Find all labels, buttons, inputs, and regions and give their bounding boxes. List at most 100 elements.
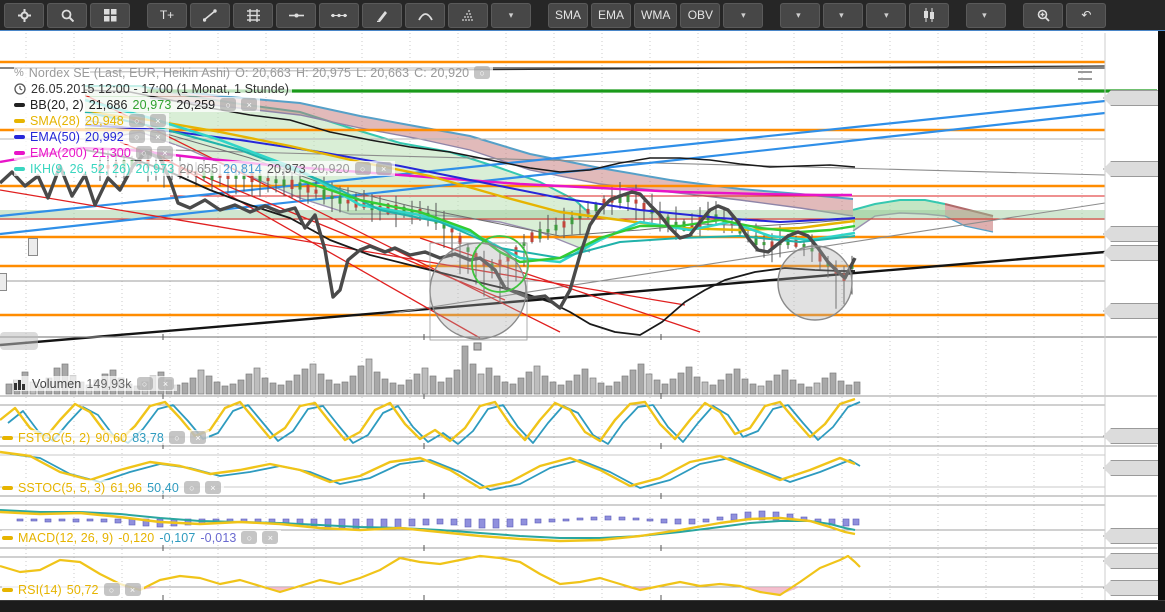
- axis-price-tag[interactable]: [1103, 161, 1161, 177]
- timeframe-hour-button[interactable]: ▾: [823, 2, 864, 28]
- settings-gear-button[interactable]: ○: [354, 162, 371, 175]
- candlestick-style-button[interactable]: [909, 2, 950, 28]
- axis-price-tag[interactable]: [1103, 553, 1161, 569]
- caret-down-icon: ▾: [884, 9, 889, 20]
- series-color-dash: [14, 102, 25, 107]
- charttype-dropdown-button[interactable]: ▾: [866, 2, 907, 28]
- legend-text-segment: 20,655: [179, 161, 219, 176]
- trendline-tool-button[interactable]: [190, 2, 230, 28]
- axis-price-tag[interactable]: [1103, 460, 1161, 476]
- toolbar-group-app: [4, 2, 130, 28]
- horizontal-line-tool-button[interactable]: [276, 2, 316, 28]
- pattern-tool-button[interactable]: [448, 2, 488, 28]
- close-button[interactable]: ×: [204, 481, 221, 494]
- axis-price-tag[interactable]: [1103, 428, 1161, 444]
- close-button[interactable]: ×: [189, 431, 206, 444]
- axis-price-tag[interactable]: [1103, 226, 1161, 242]
- caret-down-icon: ▾: [741, 9, 746, 20]
- settings-gear-button[interactable]: ○: [128, 130, 145, 143]
- clipped-left-label: [0, 273, 7, 291]
- legend-text-segment: EMA(50): [30, 129, 81, 144]
- series-color-dash: [2, 485, 13, 490]
- indicator-button-obv[interactable]: OBV: [680, 2, 721, 28]
- settings-gear-button[interactable]: ○: [136, 377, 153, 390]
- settings-gear-button[interactable]: ○: [220, 98, 237, 111]
- zoom-in-button[interactable]: [1023, 2, 1064, 28]
- undo-button[interactable]: ↶: [1066, 2, 1107, 28]
- close-button[interactable]: ×: [241, 98, 258, 111]
- dotted-line-tool-button[interactable]: [319, 2, 359, 28]
- percent-icon: %: [14, 66, 24, 79]
- settings-gear-button[interactable]: ○: [103, 583, 120, 596]
- toolbar-group-draw: T+ ▾: [147, 2, 531, 28]
- series-color-dash: [14, 134, 25, 139]
- search-button-glyph: [61, 9, 74, 22]
- legend-text-segment: 26.05.2015 12:00 - 17:00 (1 Monat, 1 Stu…: [31, 81, 290, 96]
- fib-tool-button[interactable]: [233, 2, 273, 28]
- search-button[interactable]: [47, 2, 87, 28]
- series-color-dash: [14, 166, 25, 171]
- gear-button[interactable]: [4, 2, 44, 28]
- close-button[interactable]: ×: [262, 531, 279, 544]
- legend-text-segment: 61,96: [110, 480, 143, 495]
- settings-gear-button[interactable]: ○: [474, 66, 491, 79]
- pen-tool-button-glyph: [376, 10, 387, 22]
- indicator-button-ema[interactable]: EMA: [591, 2, 632, 28]
- axis-price-tag[interactable]: [1103, 580, 1161, 596]
- chart-area[interactable]: % Nordex SE (Last, EUR, Heikin Ashi) O: 20…: [0, 31, 1165, 612]
- drawn-circle-annotation[interactable]: [429, 242, 527, 340]
- indicator-button-label: WMA: [641, 8, 671, 22]
- layout-grid-button[interactable]: [90, 2, 130, 28]
- pen-tool-button[interactable]: [362, 2, 402, 28]
- drawn-circle-annotation[interactable]: [777, 245, 853, 321]
- legend-text-segment: EMA(200): [30, 145, 88, 160]
- settings-gear-button[interactable]: ○: [183, 481, 200, 494]
- legend-text-segment: O: 20,663: [235, 65, 291, 80]
- legend-row-ikh: IKH(9, 26, 52, 26) 20,973 20,655 20,814 20,9…: [14, 161, 395, 176]
- close-button[interactable]: ×: [375, 162, 392, 175]
- toolbar-group-extras: ▾: [966, 2, 1007, 28]
- indicator-button-wma[interactable]: WMA: [634, 2, 678, 28]
- gear-button-glyph: [17, 8, 31, 22]
- main-toolbar: T+ ▾ SMA EMA WMA OBV ▾ ▾ ▾ ▾ ▾ ↶: [0, 0, 1165, 31]
- indicator-dropdown-button[interactable]: ▾: [723, 2, 764, 28]
- settings-gear-button[interactable]: ○: [128, 114, 145, 127]
- legend-text-segment: BB(20, 2): [30, 97, 84, 112]
- panel-drag-handle[interactable]: [1078, 71, 1092, 80]
- extras-button[interactable]: ▾: [966, 2, 1007, 28]
- arc-tool-button[interactable]: [405, 2, 445, 28]
- axis-price-tag[interactable]: [1103, 90, 1161, 106]
- close-button[interactable]: ×: [156, 146, 173, 159]
- settings-gear-button[interactable]: ○: [168, 431, 185, 444]
- gap-annotation-label[interactable]: [28, 238, 38, 256]
- panel-dividers: [0, 334, 1157, 600]
- text-tool-button[interactable]: T+: [147, 2, 187, 28]
- close-button[interactable]: ×: [149, 114, 166, 127]
- axis-price-tag[interactable]: [1103, 245, 1161, 261]
- legend-text-segment: 20,814: [223, 161, 262, 176]
- caret-down-icon: ▾: [796, 9, 801, 20]
- legend-text-segment: -0,120: [118, 530, 155, 545]
- close-button[interactable]: ×: [157, 377, 174, 390]
- legend-text-segment: Volumen: [32, 376, 82, 391]
- settings-gear-button[interactable]: ○: [135, 146, 152, 159]
- panel-expander-button[interactable]: [0, 332, 38, 350]
- series-color-dash: [14, 150, 25, 155]
- close-button[interactable]: ×: [124, 583, 141, 596]
- timeframe-month-button[interactable]: ▾: [780, 2, 821, 28]
- axis-price-tag[interactable]: [1103, 528, 1161, 544]
- legend-row-instrument: % Nordex SE (Last, EUR, Heikin Ashi) O: 20…: [14, 65, 494, 80]
- legend-row-bb: BB(20, 2) 21,686 20,973 20,259 ○ ×: [14, 97, 261, 112]
- indicator-button-sma[interactable]: SMA: [548, 2, 589, 28]
- chart-application-window: T+ ▾ SMA EMA WMA OBV ▾ ▾ ▾ ▾ ▾ ↶ % Nordex SE (Last, …: [0, 0, 1165, 612]
- settings-gear-button[interactable]: ○: [241, 531, 258, 544]
- close-button[interactable]: ×: [149, 130, 166, 143]
- caret-down-icon: ▾: [982, 9, 987, 20]
- axis-price-tag[interactable]: [1103, 303, 1161, 319]
- price-chart-canvas[interactable]: [0, 31, 1165, 600]
- legend-text-segment: 20,973: [135, 161, 175, 176]
- bottom-status-bar: [0, 600, 1165, 612]
- series-color-dash: [2, 587, 13, 592]
- draw-tools-dropdown-button[interactable]: ▾: [491, 2, 531, 28]
- legend-row-rsi: RSI(14) 50,72 ○ ×: [2, 582, 144, 597]
